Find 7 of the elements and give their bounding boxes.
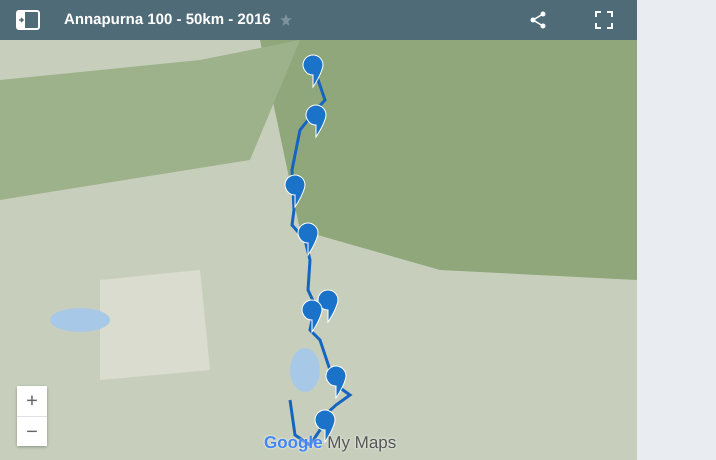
map-title: Annapurna 100 - 50km - 2016 — [64, 10, 271, 30]
zoom-in-button[interactable]: + — [17, 386, 47, 416]
share-icon[interactable] — [529, 11, 547, 29]
star-icon[interactable] — [278, 13, 293, 27]
fullscreen-icon[interactable] — [595, 11, 613, 29]
sidebar-toggle-icon[interactable] — [16, 10, 40, 30]
zoom-out-button[interactable]: − — [17, 416, 47, 446]
